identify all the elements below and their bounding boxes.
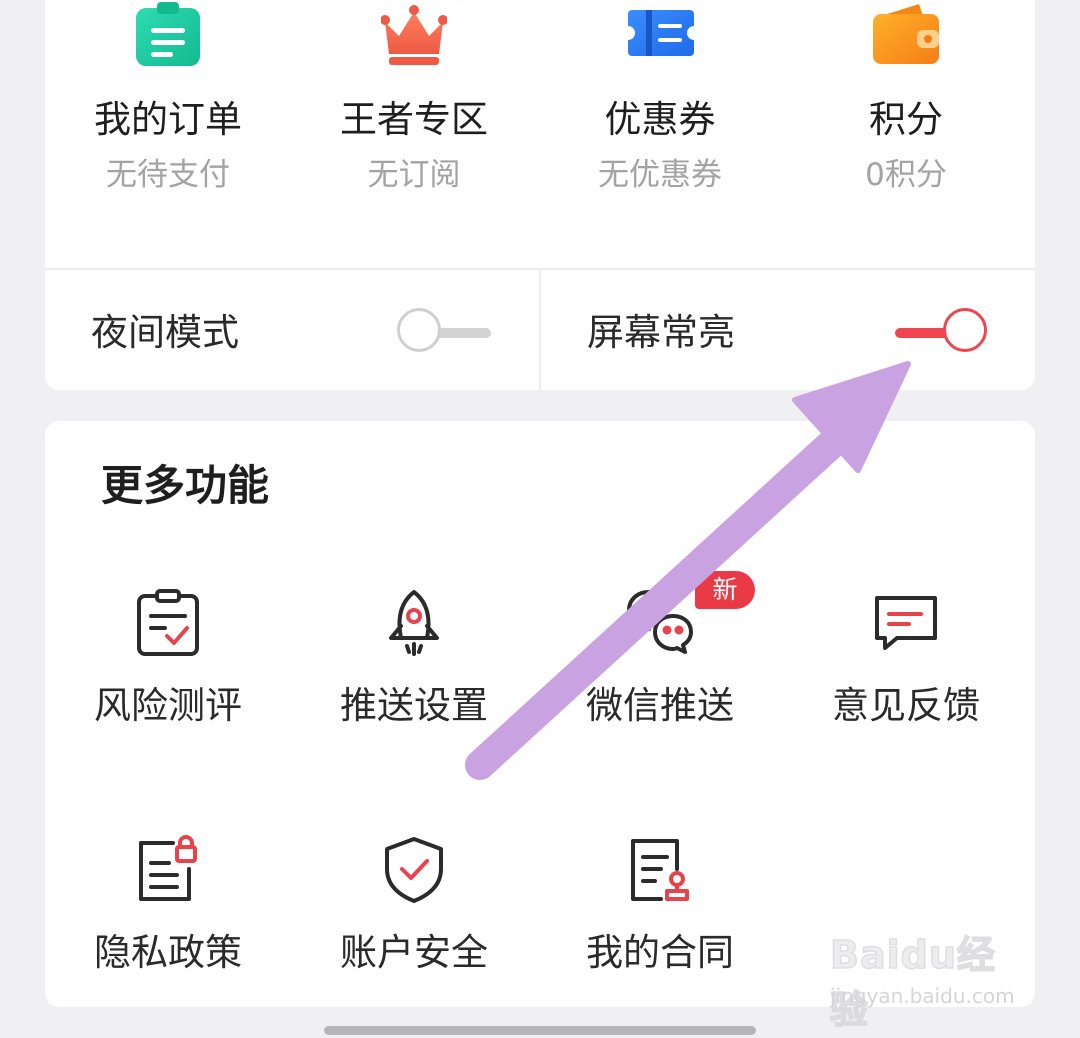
feature-label: 风险测评: [94, 684, 242, 727]
feature-my-contracts[interactable]: 我的合同: [537, 835, 783, 1035]
crown-icon: [381, 5, 447, 65]
toggle-knob: [943, 308, 987, 352]
feature-feedback[interactable]: 意见反馈: [783, 588, 1029, 788]
home-indicator[interactable]: [324, 1026, 756, 1035]
feature-privacy-policy[interactable]: 隐私政策: [45, 835, 291, 1035]
feature-label: 账户安全: [340, 931, 488, 974]
watermark-url: jingyan.baidu.com: [830, 984, 1015, 1008]
quick-item-label: 优惠券: [604, 98, 716, 141]
feature-wechat-push[interactable]: 微信推送: [537, 588, 783, 788]
order-clipboard-icon: [136, 2, 200, 66]
privacy-document-lock-icon: [139, 835, 197, 901]
section-title: 更多功能: [101, 461, 270, 510]
feature-account-security[interactable]: 账户安全: [291, 835, 537, 1035]
feature-label: 微信推送: [586, 684, 734, 727]
feature-label: 隐私政策: [94, 931, 242, 974]
night-mode-label: 夜间模式: [91, 311, 239, 354]
watermark-logo: Baidu经验: [829, 932, 996, 1033]
night-mode-toggle[interactable]: [395, 307, 495, 359]
wallet-icon: [873, 4, 939, 64]
feature-label: 意见反馈: [832, 684, 980, 727]
shield-check-icon: [385, 837, 443, 903]
quick-item-label: 王者专区: [340, 98, 488, 141]
screen-on-label: 屏幕常亮: [587, 311, 735, 354]
screen-on-toggle[interactable]: [895, 307, 995, 359]
quick-item-sub: 无优惠券: [598, 157, 722, 193]
wechat-icon: [627, 590, 693, 654]
feedback-message-icon: [875, 596, 937, 650]
divider: [539, 270, 541, 390]
risk-assessment-icon: [137, 589, 199, 656]
quick-item-sub: 无订阅: [367, 157, 461, 193]
feature-label: 我的合同: [586, 931, 734, 974]
toggle-knob: [397, 308, 441, 352]
quick-item-label: 积分: [869, 98, 943, 141]
new-badge: 新: [695, 571, 755, 609]
contract-stamp-icon: [631, 839, 689, 901]
coupon-ticket-icon: [628, 10, 694, 56]
quick-item-sub: 0积分: [865, 157, 947, 193]
feature-label: 推送设置: [340, 684, 488, 727]
quick-item-sub: 无待支付: [106, 157, 230, 193]
quick-item-label: 我的订单: [94, 98, 242, 141]
baidu-watermark: Baidu经验 jingyan.baidu.com: [829, 924, 1030, 1033]
rocket-icon: [389, 590, 439, 656]
feature-push-settings[interactable]: 推送设置: [291, 588, 537, 788]
more-functions-card: 更多功能 风险测评 推送设置 微信推送 意见反馈 隐私政策 账户安全 我的合同: [45, 421, 1035, 1007]
feature-risk-assessment[interactable]: 风险测评: [45, 588, 291, 788]
quick-access-card: 我的订单 无待支付 王者专区 无订阅 优惠券 无优惠券 积分 0积分 夜间模式 …: [45, 0, 1035, 390]
